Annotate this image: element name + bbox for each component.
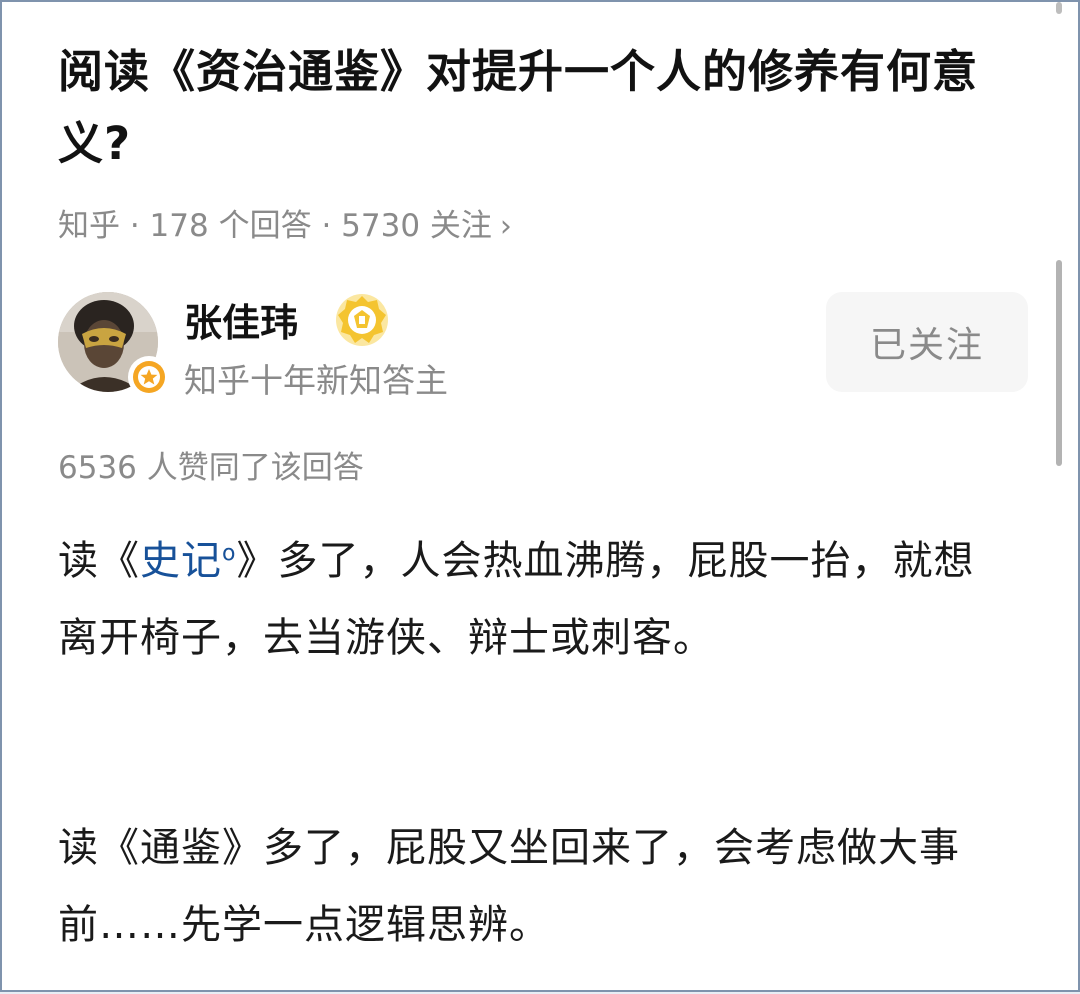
chevron-right-icon: › [499,209,512,244]
avatar[interactable] [58,292,170,398]
follow-button[interactable]: 已关注 [826,292,1028,392]
scrollbar-top[interactable] [1056,2,1062,14]
question-meta[interactable]: 知乎 · 178 个回答 · 5730 关注 › [58,200,512,245]
zhihu-answer-screen: 阅读《资治通鉴》对提升一个人的修养有何意义? 知乎 · 178 个回答 · 57… [0,0,1080,992]
keyword-link[interactable]: 史记ο [140,538,236,584]
answer-paragraph-2: 读《通鉴》多了，屁股又坐回来了，会考虑做大事前……先学一点逻辑思辨。 [58,825,960,948]
author-name[interactable]: 张佳玮 [184,292,298,347]
answer-text: 读《 [58,538,140,584]
gold-medal-icon[interactable] [334,292,390,348]
scrollbar-thumb[interactable] [1056,260,1062,466]
vote-count: 6536 人赞同了该回答 [58,450,364,486]
keyword-link-text: 史记 [140,538,222,584]
question-title[interactable]: 阅读《资治通鉴》对提升一个人的修养有何意义? [58,36,1008,180]
answer-paragraph-1: 读《史记ο》多了，人会热血沸腾，屁股一抬，就想离开椅子，去当游侠、辩士或刺客。 [58,515,978,677]
question-meta-text: 知乎 · 178 个回答 · 5730 关注 [58,208,492,244]
verified-badge-icon [128,356,170,398]
author-subtitle: 知乎十年新知答主 [184,361,448,400]
search-icon: ο [222,541,237,566]
